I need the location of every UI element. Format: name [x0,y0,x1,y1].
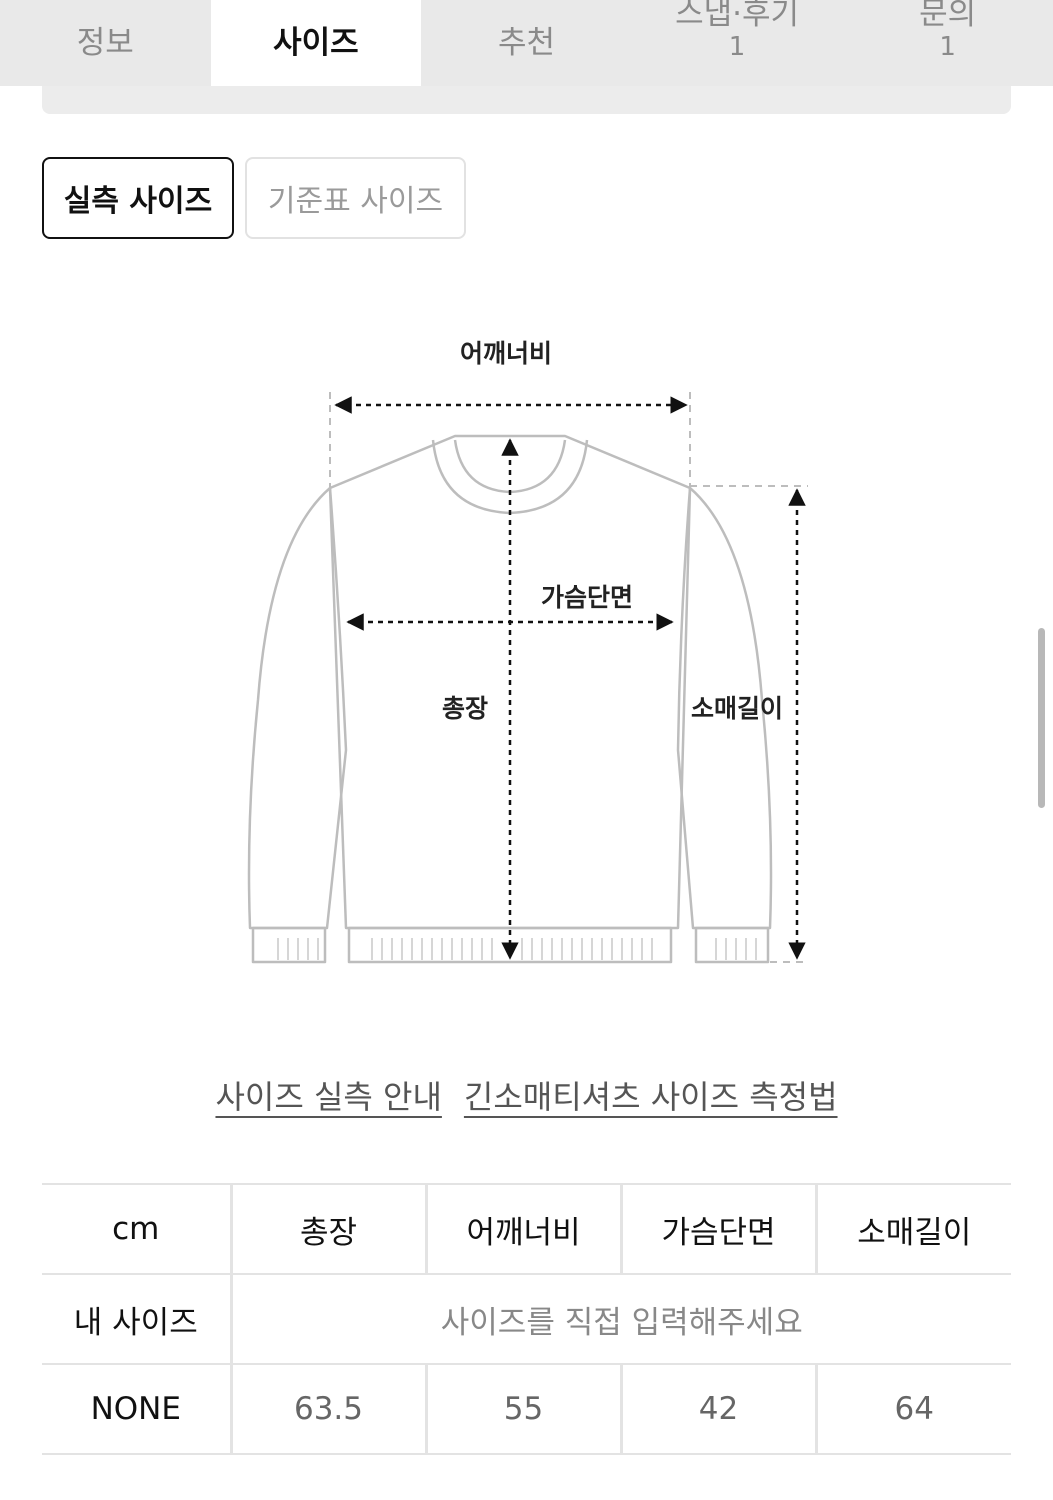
length-label: 총장 [441,694,489,723]
tab-snap-review-label: 스냅·후기 [675,0,800,32]
left-cuff [251,926,327,964]
header-length: 총장 [229,1183,426,1275]
right-cuff [694,926,770,964]
value-length: 63.5 [229,1363,426,1455]
header-shoulder: 어깨너비 [424,1183,621,1275]
tab-recommend-label: 추천 [497,25,555,61]
table-header-row: cm 총장 어깨너비 가슴단면 소매길이 [42,1183,1011,1275]
tab-inquiry[interactable]: 문의 1 [842,0,1053,86]
header-sleeve: 소매길이 [814,1183,1011,1275]
measure-method-link[interactable]: 긴소매티셔츠 사이즈 측정법 [464,1072,838,1118]
tab-size[interactable]: 사이즈 [210,0,422,86]
my-size-input[interactable]: 사이즈를 직접 입력해주세요 [229,1273,1011,1365]
shoulder-label: 어깨너비 [459,339,553,368]
sleeve-label: 소매길이 [690,694,784,723]
tab-snap-review[interactable]: 스냅·후기 1 [632,0,843,86]
size-measure-guide-link[interactable]: 사이즈 실측 안내 [215,1072,441,1118]
value-shoulder: 55 [424,1363,621,1455]
my-size-label: 내 사이즈 [42,1273,231,1365]
sweatshirt-illustration [247,392,808,964]
standard-size-button[interactable]: 기준표 사이즈 [245,157,466,239]
value-chest: 42 [619,1363,816,1455]
tab-inquiry-label: 문의 [919,0,977,32]
tab-info-label: 정보 [76,25,134,61]
measured-size-button[interactable]: 실측 사이즈 [42,157,234,239]
tab-info[interactable]: 정보 [0,0,211,86]
size-name: NONE [42,1363,231,1455]
tab-recommend[interactable]: 추천 [421,0,632,86]
size-diagram: 어깨너비 가슴단면 총장 소매길이 [0,300,1053,1020]
tab-bottom-strip [42,86,1011,114]
table-row: NONE 63.5 55 42 64 [42,1363,1011,1455]
tab-size-label: 사이즈 [273,25,359,61]
unit-header: cm [42,1183,231,1275]
tab-inquiry-count: 1 [939,32,956,62]
header-chest: 가슴단면 [619,1183,816,1275]
size-table: cm 총장 어깨너비 가슴단면 소매길이 내 사이즈 사이즈를 직접 입력해주세… [42,1183,1011,1455]
tab-snap-review-count: 1 [728,32,746,62]
scrollbar[interactable] [1038,628,1045,808]
value-sleeve: 64 [814,1363,1011,1455]
chest-label: 가슴단면 [540,583,634,612]
size-guide-links: 사이즈 실측 안내 긴소매티셔츠 사이즈 측정법 [0,1072,1053,1118]
my-size-row[interactable]: 내 사이즈 사이즈를 직접 입력해주세요 [42,1273,1011,1365]
tab-bar: 정보 사이즈 추천 스냅·후기 1 문의 1 [0,0,1053,86]
